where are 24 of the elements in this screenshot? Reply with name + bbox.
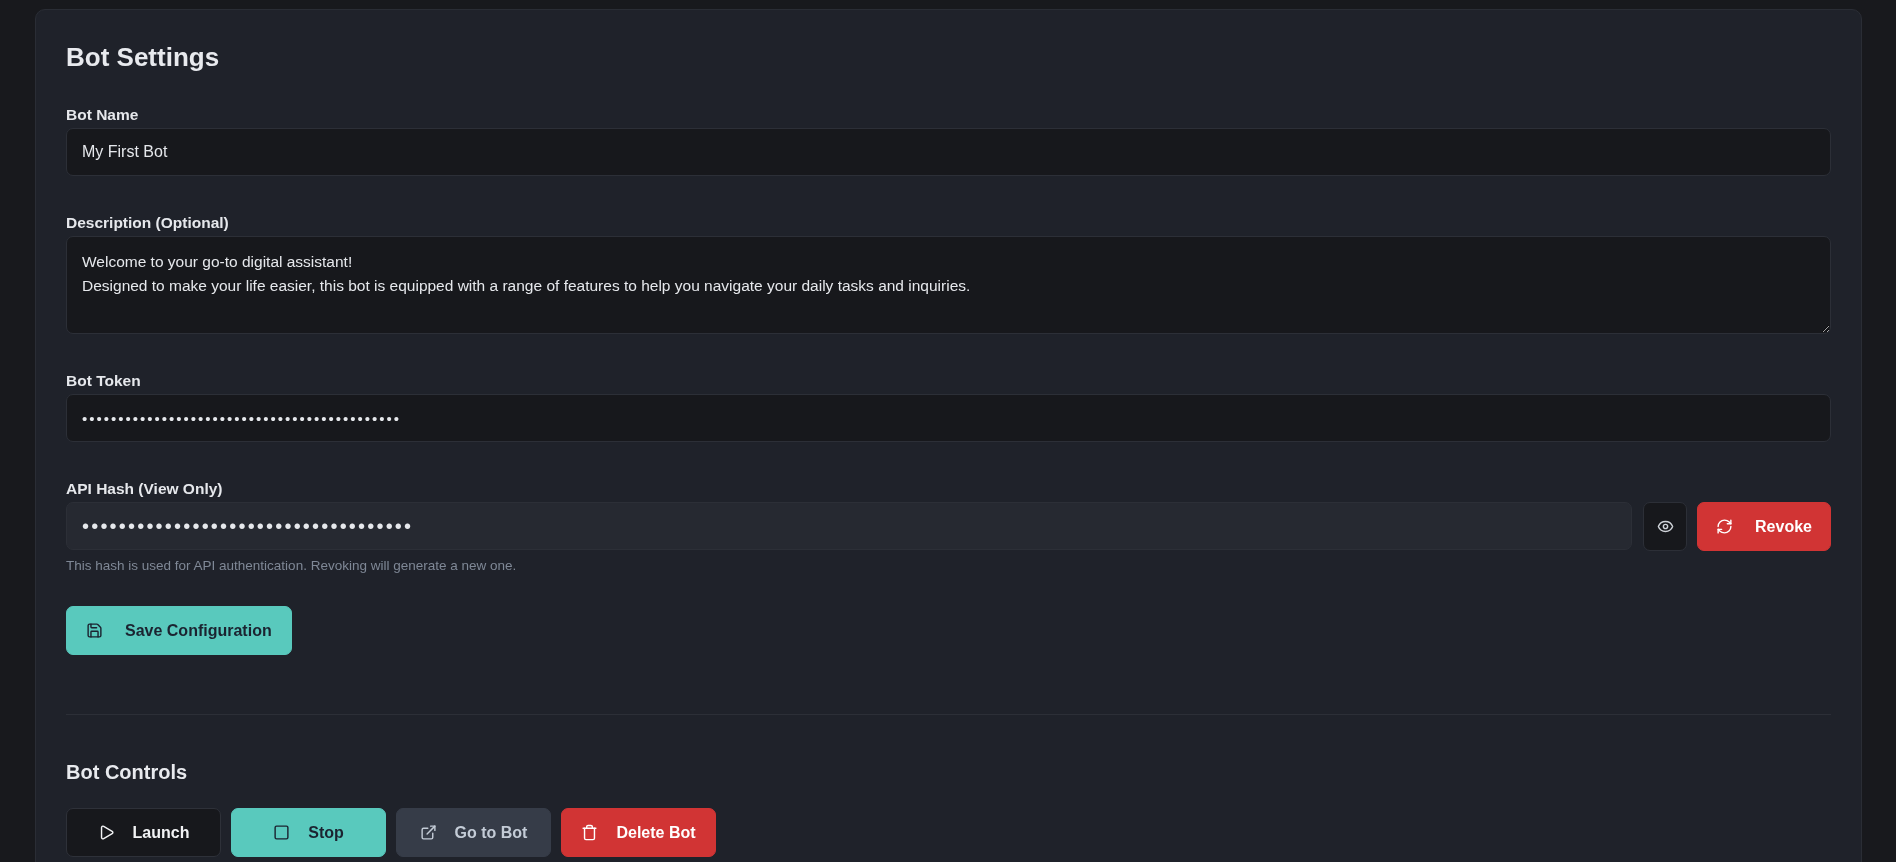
- field-label: Description (Optional): [66, 213, 229, 233]
- field-label: Bot Name: [66, 105, 139, 125]
- control-button[interactable]: Stop: [231, 808, 386, 857]
- control-button[interactable]: Launch: [66, 808, 221, 857]
- show-hash-button[interactable]: [1643, 502, 1687, 551]
- control-button[interactable]: Go to Bot: [396, 808, 551, 857]
- trash-icon: [581, 824, 599, 841]
- field-label: Bot Token: [66, 371, 141, 391]
- revoke-button[interactable]: Revoke: [1697, 502, 1831, 551]
- description-textarea[interactable]: Welcome to your go-to digital assistant! Designed to make your life easier, this bot is equipped with a range of features to help you navigate your daily tasks and inquiries.: [66, 236, 1831, 334]
- password-input[interactable]: ••••••••••••••••••••••••••••••••••••••••••••: [66, 394, 1831, 442]
- text-input[interactable]: My First Bot: [66, 128, 1831, 176]
- section-title: Bot Settings: [66, 41, 221, 74]
- field-label: API Hash (View Only): [66, 479, 223, 499]
- helper-text: This hash is used for API authentication. Revoking will generate a new one.: [66, 558, 517, 574]
- external-link-icon: [419, 824, 437, 841]
- square-icon: [273, 824, 291, 841]
- save-icon: [86, 622, 103, 639]
- control-button[interactable]: Delete Bot: [561, 808, 716, 857]
- refresh-icon: [1716, 518, 1734, 535]
- hash-input[interactable]: ••••••••••••••••••••••••••••••••••••: [66, 502, 1632, 550]
- eye-icon: [1656, 518, 1674, 535]
- save-button[interactable]: Save Configuration: [66, 606, 292, 655]
- section-title: Bot Controls: [66, 760, 189, 785]
